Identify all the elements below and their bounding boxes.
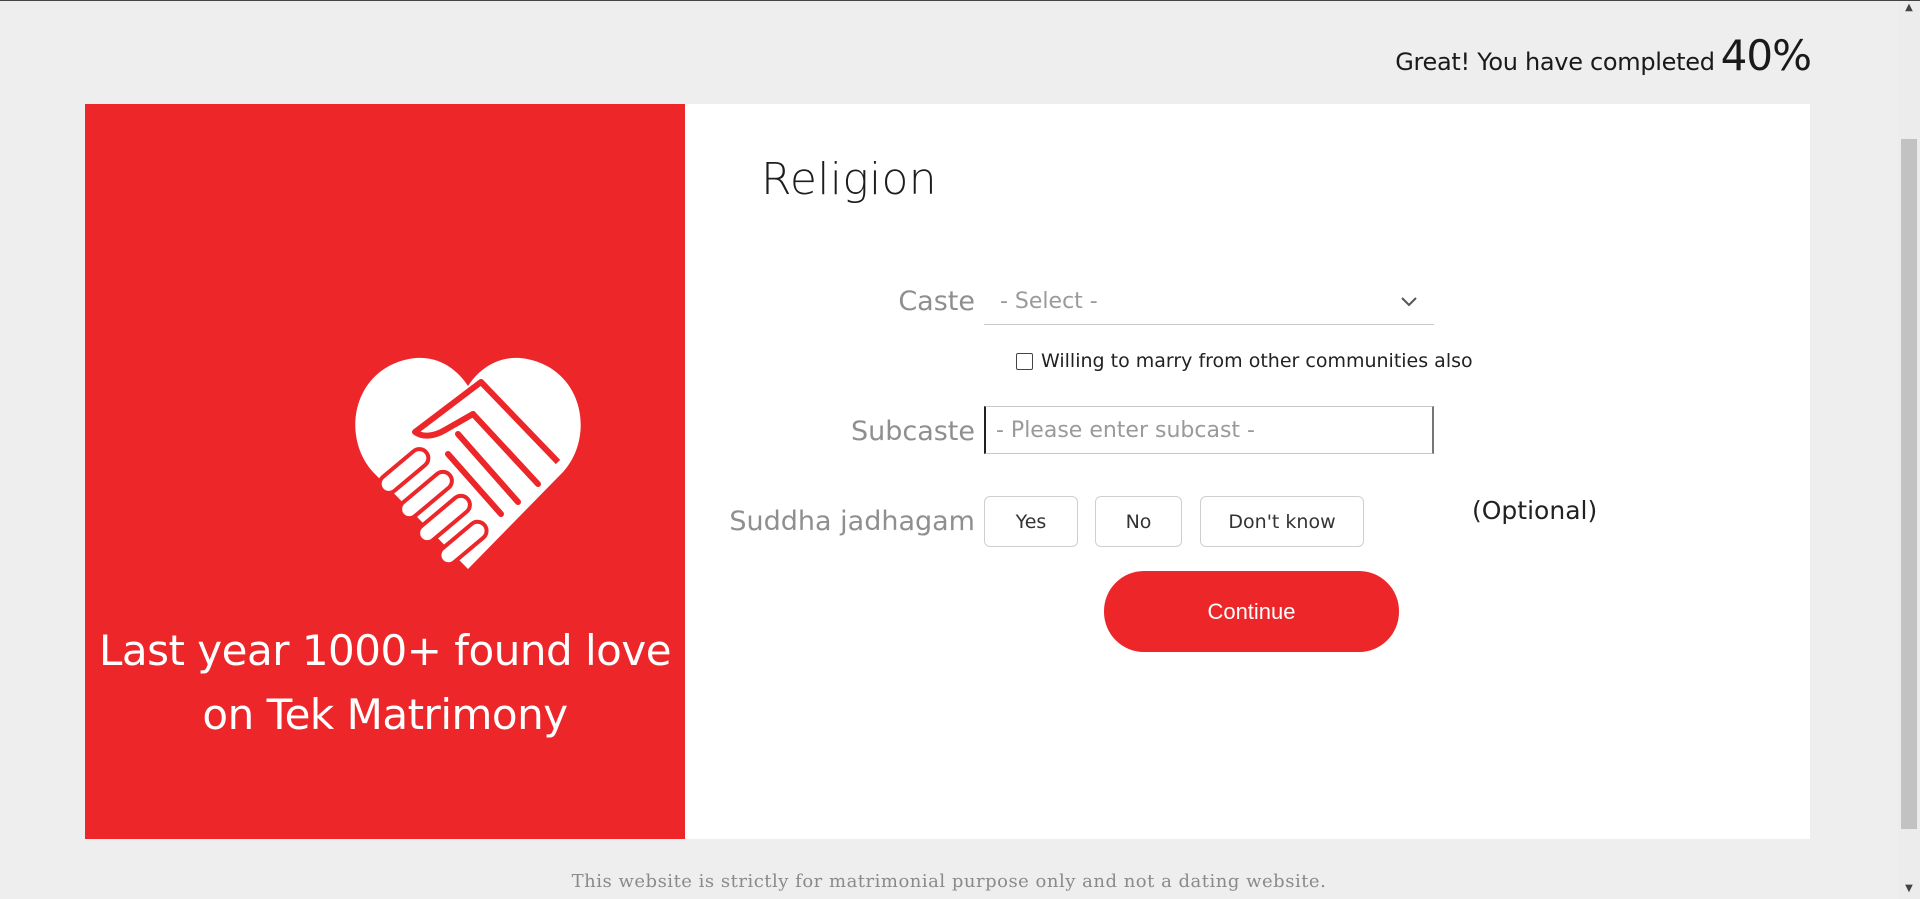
registration-card: Last year 1000+ found love on Tek Matrim… — [85, 104, 1810, 839]
progress-percent: 40% — [1720, 31, 1812, 80]
continue-button[interactable]: Continue — [1104, 571, 1399, 652]
religion-form: Religion Caste - Select - Willing to mar… — [685, 104, 1810, 839]
jadhagam-label: Suddha jadhagam — [729, 506, 975, 537]
footer-disclaimer: This website is strictly for matrimonial… — [571, 871, 1327, 892]
caste-select[interactable]: - Select - — [984, 279, 1434, 325]
jadhagam-yes-button[interactable]: Yes — [984, 496, 1078, 547]
progress-message: Great! You have completed — [1395, 48, 1715, 76]
scroll-down-arrow-icon[interactable]: ▼ — [1903, 884, 1915, 894]
other-communities-label: Willing to marry from other communities … — [1041, 350, 1473, 372]
tagline-line-1: Last year 1000+ found love — [98, 626, 672, 675]
caste-label: Caste — [898, 286, 975, 317]
scroll-up-arrow-icon[interactable]: ▲ — [1903, 3, 1915, 13]
promo-tagline: Last year 1000+ found love on Tek Matrim… — [85, 619, 685, 747]
caste-selected-value: - Select - — [1000, 289, 1098, 314]
jadhagam-dont-know-button[interactable]: Don't know — [1200, 496, 1364, 547]
other-communities-checkbox[interactable] — [1016, 352, 1033, 370]
jadhagam-no-button[interactable]: No — [1095, 496, 1182, 547]
heart-handshake-icon — [353, 354, 583, 574]
promo-panel: Last year 1000+ found love on Tek Matrim… — [85, 104, 685, 839]
completion-progress: Great! You have completed 40% — [1395, 31, 1812, 80]
subcaste-label: Subcaste — [850, 416, 975, 447]
other-communities-checkbox-row[interactable]: Willing to marry from other communities … — [1016, 350, 1473, 372]
optional-note: (Optional) — [1472, 496, 1598, 525]
tagline-line-2: on Tek Matrimony — [202, 690, 568, 739]
page-title: Religion — [761, 154, 937, 205]
subcaste-input[interactable] — [984, 406, 1434, 454]
vertical-scrollbar[interactable]: ▲ ▼ — [1898, 1, 1920, 899]
chevron-down-icon — [1401, 297, 1417, 307]
scrollbar-thumb[interactable] — [1901, 139, 1917, 829]
